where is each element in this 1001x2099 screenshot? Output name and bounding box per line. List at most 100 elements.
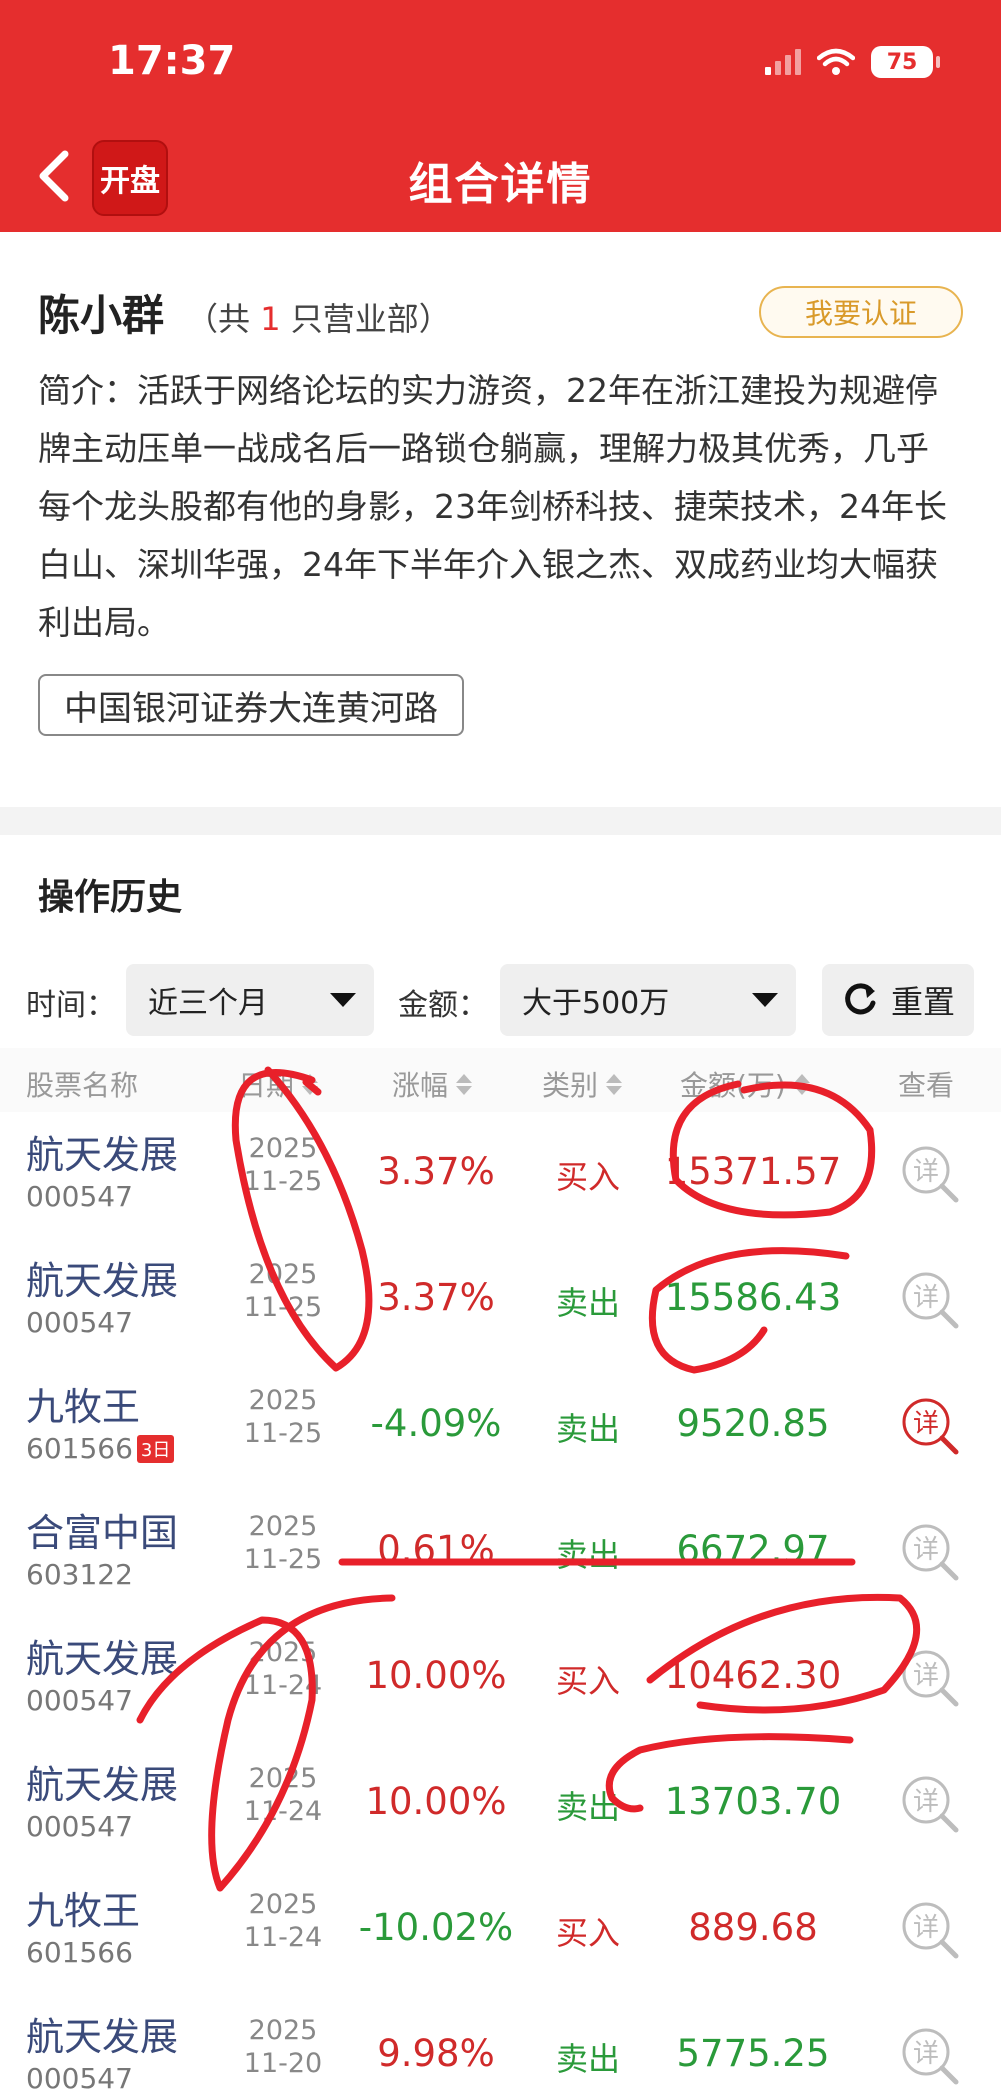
- stock-code: 000547: [26, 2062, 133, 2095]
- stock-name[interactable]: 航天发展: [26, 1124, 178, 1179]
- detail-magnifier-icon: 详: [902, 1272, 959, 1329]
- stock-code-value: 000547: [26, 1306, 133, 1339]
- caret-down-icon: [752, 993, 778, 1007]
- trade-amount: 9520.85: [676, 1402, 830, 1445]
- trade-type: 买入: [555, 1662, 620, 1700]
- trade-amount: 889.68: [688, 1906, 818, 1949]
- refresh-icon: [845, 983, 876, 1015]
- col-date-label: 日期: [238, 1069, 295, 1102]
- table-row[interactable]: 航天发展 000547 2025 11-24 10.00% 买入 10462.30 详: [0, 1616, 1001, 1742]
- stock-name[interactable]: 航天发展: [26, 1250, 178, 1305]
- trade-month-day: 11-24: [243, 1796, 323, 1827]
- trade-type: 卖出: [555, 1284, 620, 1322]
- detail-magnifier-icon: 详: [902, 1776, 959, 1833]
- stock-code: 601566: [26, 1936, 133, 1969]
- wifi-icon: [817, 48, 855, 75]
- stock-name[interactable]: 九牧王: [26, 1880, 140, 1935]
- stock-code: 603122: [26, 1558, 133, 1591]
- caret-down-icon: [330, 993, 356, 1007]
- detail-button[interactable]: 详: [898, 1646, 964, 1712]
- sort-icon: [606, 1073, 623, 1095]
- section-divider: [0, 807, 1001, 835]
- branch-count-number: 1: [260, 300, 281, 338]
- table-row[interactable]: 航天发展 000547 2025 11-25 3.37% 卖出 15586.43 详: [0, 1238, 1001, 1364]
- col-date[interactable]: 日期: [238, 1064, 319, 1104]
- col-change[interactable]: 涨幅: [392, 1064, 473, 1104]
- branch-tag[interactable]: 中国银河证券大连黄河路: [38, 674, 464, 736]
- sort-icon: [456, 1073, 473, 1095]
- table-header: 股票名称 日期 涨幅 类别 金额(万) 查看: [0, 1048, 1001, 1112]
- trade-amount: 15586.43: [664, 1276, 842, 1319]
- stock-name[interactable]: 航天发展: [26, 2006, 178, 2061]
- detail-button[interactable]: 详: [898, 1898, 964, 1964]
- trade-year: 2025: [248, 1259, 318, 1290]
- profile-name-line: 陈小群 （共 1 只营业部）: [38, 282, 451, 343]
- col-amount[interactable]: 金额(万): [680, 1064, 810, 1104]
- detail-magnifier-icon: 详: [902, 1650, 959, 1707]
- detail-magnifier-icon: 详: [902, 1902, 959, 1959]
- svg-text:详: 详: [913, 1787, 939, 1817]
- svg-text:详: 详: [913, 1283, 939, 1313]
- trade-date: 2025 11-25: [230, 1510, 336, 1576]
- table-row[interactable]: 九牧王 601566 3日 2025 11-25 -4.09% 卖出 9520.85 详: [0, 1364, 1001, 1490]
- svg-text:详: 详: [913, 1535, 939, 1565]
- table-row[interactable]: 九牧王 601566 2025 11-24 -10.02% 买入 889.68 详: [0, 1868, 1001, 1994]
- time-filter-label: 时间：: [26, 988, 116, 1023]
- stock-code-value: 603122: [26, 1558, 133, 1591]
- page-title: 组合详情: [408, 159, 593, 210]
- trade-year: 2025: [248, 1763, 318, 1794]
- detail-button[interactable]: 详: [898, 1394, 964, 1460]
- col-type[interactable]: 类别: [542, 1064, 623, 1104]
- status-icons: 75: [765, 46, 940, 78]
- stock-name[interactable]: 航天发展: [26, 1754, 178, 1809]
- stock-code: 000547: [26, 1180, 133, 1213]
- amount-filter-value: 大于500万: [522, 986, 670, 1021]
- trader-name: 陈小群: [38, 291, 165, 340]
- table-row[interactable]: 合富中国 603122 2025 11-25 0.61% 卖出 6672.97 详: [0, 1490, 1001, 1616]
- col-change-label: 涨幅: [392, 1069, 449, 1102]
- holding-days-badge: 3日: [136, 1434, 175, 1463]
- trade-year: 2025: [248, 1133, 318, 1164]
- trade-month-day: 11-24: [243, 1922, 323, 1953]
- amount-filter-select[interactable]: 大于500万: [500, 964, 796, 1036]
- verify-button[interactable]: 我要认证: [759, 286, 963, 338]
- detail-button[interactable]: 详: [898, 1520, 964, 1586]
- trade-date: 2025 11-24: [230, 1636, 336, 1702]
- price-change: 10.00%: [365, 1780, 507, 1823]
- price-change: 10.00%: [365, 1654, 507, 1697]
- price-change: 3.37%: [377, 1150, 495, 1193]
- detail-button[interactable]: 详: [898, 1268, 964, 1334]
- detail-button[interactable]: 详: [898, 1142, 964, 1208]
- table-row[interactable]: 航天发展 000547 2025 11-24 10.00% 卖出 13703.70 详: [0, 1742, 1001, 1868]
- stock-name[interactable]: 航天发展: [26, 1628, 178, 1683]
- detail-button[interactable]: 详: [898, 2024, 964, 2090]
- trade-month-day: 11-25: [243, 1418, 323, 1449]
- trade-amount: 5775.25: [676, 2032, 830, 2075]
- stock-code-value: 000547: [26, 2062, 133, 2095]
- trade-year: 2025: [248, 1637, 318, 1668]
- stock-code: 000547: [26, 1684, 133, 1717]
- trader-intro: 简介：活跃于网络论坛的实力游资，22年在浙江建投为规避停牌主动压单一战成名后一路…: [38, 371, 947, 642]
- stock-code: 601566 3日: [26, 1432, 175, 1465]
- trade-date: 2025 11-20: [230, 2014, 336, 2080]
- trade-amount: 10462.30: [664, 1654, 842, 1697]
- svg-text:详: 详: [913, 1661, 939, 1691]
- trade-type: 买入: [555, 1158, 620, 1196]
- detail-button[interactable]: 详: [898, 1772, 964, 1838]
- svg-text:详: 详: [913, 2039, 939, 2069]
- cellular-signal-icon: [765, 49, 801, 75]
- detail-magnifier-icon: 详: [902, 1146, 959, 1203]
- time-filter-select[interactable]: 近三个月: [126, 964, 374, 1036]
- profile-card: 陈小群 （共 1 只营业部） 我要认证 简介：活跃于网络论坛的实力游资，22年在…: [0, 232, 1001, 807]
- table-row[interactable]: 航天发展 000547 2025 11-25 3.37% 买入 15371.57 详: [0, 1112, 1001, 1238]
- stock-name[interactable]: 合富中国: [26, 1502, 178, 1557]
- reset-button[interactable]: 重置: [822, 964, 974, 1036]
- table-row[interactable]: 航天发展 000547 2025 11-20 9.98% 卖出 5775.25 详: [0, 1994, 1001, 2099]
- trade-date: 2025 11-25: [230, 1258, 336, 1324]
- trade-type: 买入: [555, 1914, 620, 1952]
- trade-year: 2025: [248, 1889, 318, 1920]
- svg-text:详: 详: [913, 1913, 939, 1943]
- stock-name[interactable]: 九牧王: [26, 1376, 140, 1431]
- col-view: 查看: [898, 1069, 955, 1102]
- trade-date: 2025 11-24: [230, 1888, 336, 1954]
